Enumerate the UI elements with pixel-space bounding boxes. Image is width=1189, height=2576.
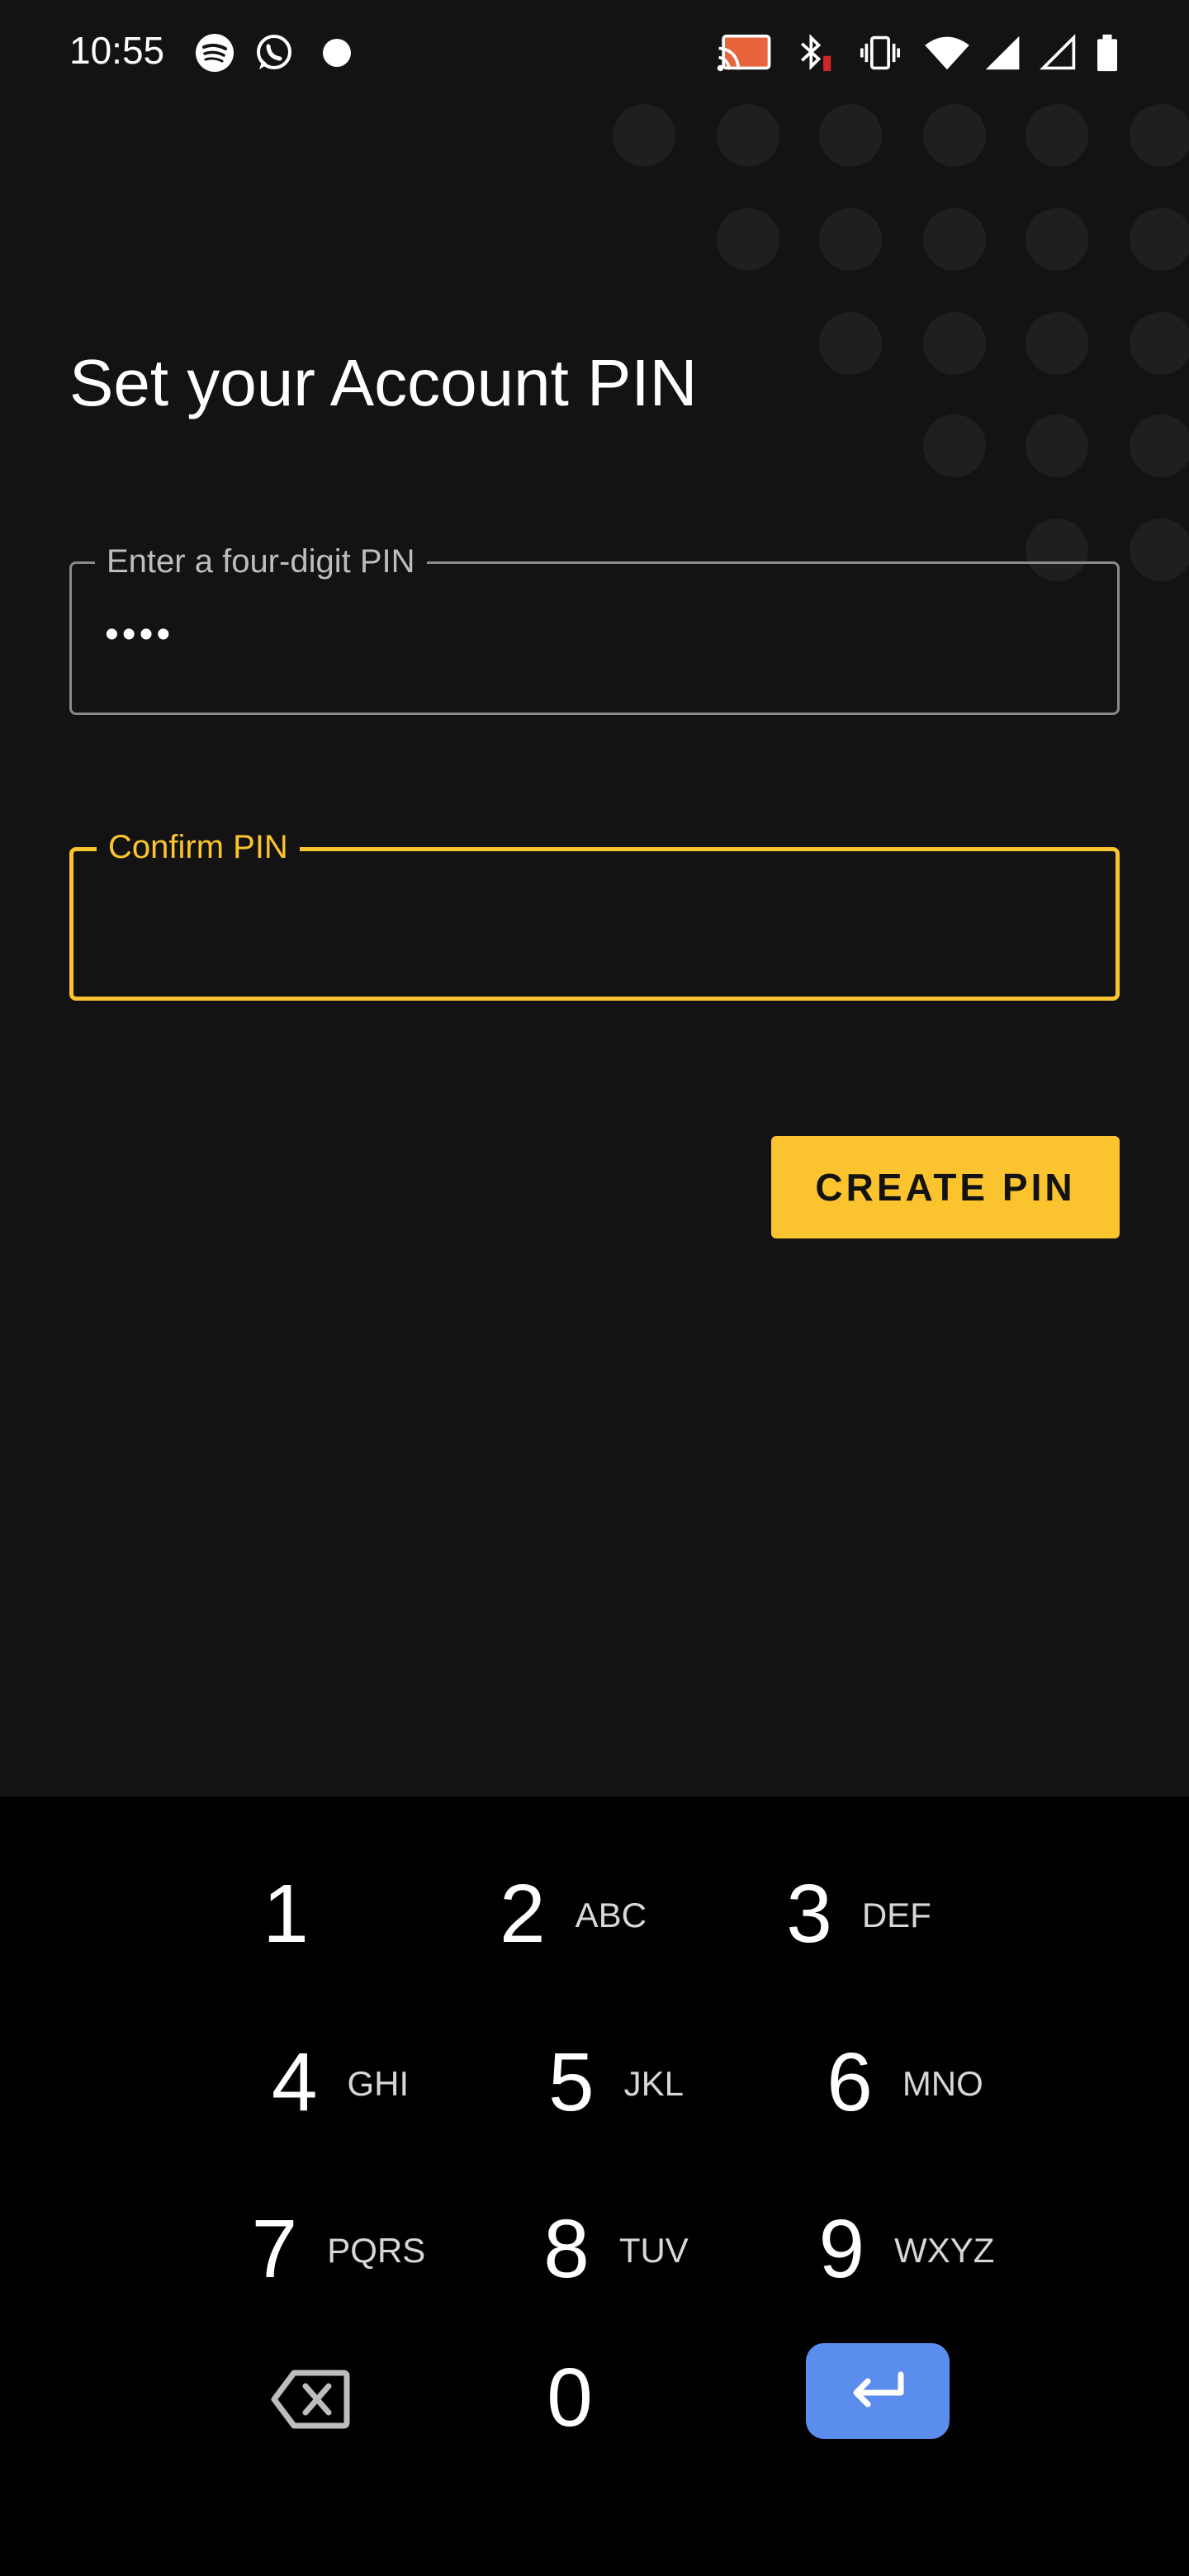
pin-input[interactable]: Enter a four-digit PIN •••• [69,541,1120,715]
key-digit: 8 [543,2202,590,2295]
wifi-icon [925,36,969,70]
key-digit: 4 [271,2035,318,2129]
vibrate-icon [860,36,900,70]
key-digit: 3 [786,1867,832,1960]
whatsapp-icon [257,35,291,69]
spotify-icon [196,34,234,72]
key-digit: 6 [827,2035,873,2129]
signal-empty-icon [1040,34,1076,70]
enter-icon [853,2371,904,2408]
key-letters: ABC [575,1896,647,1934]
battery-icon [1097,34,1117,72]
key-letters: MNO [902,2064,983,2103]
enter-key[interactable] [806,2343,950,2439]
create-pin-button[interactable]: CREATE PIN [771,1136,1120,1238]
pin-input-value: •••• [105,613,174,656]
key-9[interactable]: 9 WXYZ [783,2183,1030,2315]
key-6[interactable]: 6 MNO [781,2016,1029,2148]
confirm-pin-input[interactable]: Confirm PIN [69,826,1120,1001]
numeric-keypad: 1 2 ABC 3 DEF 4 GHI 5 JKL 6 MNO 7 PQRS 8… [0,1797,1189,2576]
signal-icon [985,36,1020,70]
key-7[interactable]: 7 PQRS [215,2183,462,2315]
key-5[interactable]: 5 JKL [492,2016,740,2148]
key-digit: 1 [263,1867,309,1960]
key-4[interactable]: 4 GHI [216,2016,464,2148]
key-letters: WXYZ [894,2231,995,2270]
key-letters: PQRS [327,2231,426,2270]
key-digit: 9 [818,2202,865,2295]
status-bar: 10:55 [0,0,1189,107]
key-letters: GHI [347,2064,410,2103]
pin-input-label: Enter a four-digit PIN [95,541,427,582]
dot-icon [323,39,351,67]
backspace-icon[interactable] [269,2366,352,2432]
confirm-pin-label: Confirm PIN [97,826,300,868]
key-digit: 5 [548,2035,594,2129]
bluetooth-icon [800,34,831,72]
key-digit: 2 [500,1867,546,1960]
key-letters: TUV [618,2231,689,2270]
key-0[interactable]: 0 [446,2332,694,2464]
page-title: Set your Account PIN [69,346,698,419]
key-letters: DEF [861,1896,931,1934]
key-letters: JKL [623,2064,684,2103]
cast-icon [717,34,771,72]
key-1[interactable]: 1 [162,1848,410,1980]
key-2[interactable]: 2 ABC [449,1848,697,1980]
status-time: 10:55 [69,29,165,72]
key-digit: 7 [251,2202,298,2295]
key-3[interactable]: 3 DEF [735,1848,983,1980]
key-8[interactable]: 8 TUV [492,2183,740,2315]
key-digit: 0 [547,2351,593,2444]
